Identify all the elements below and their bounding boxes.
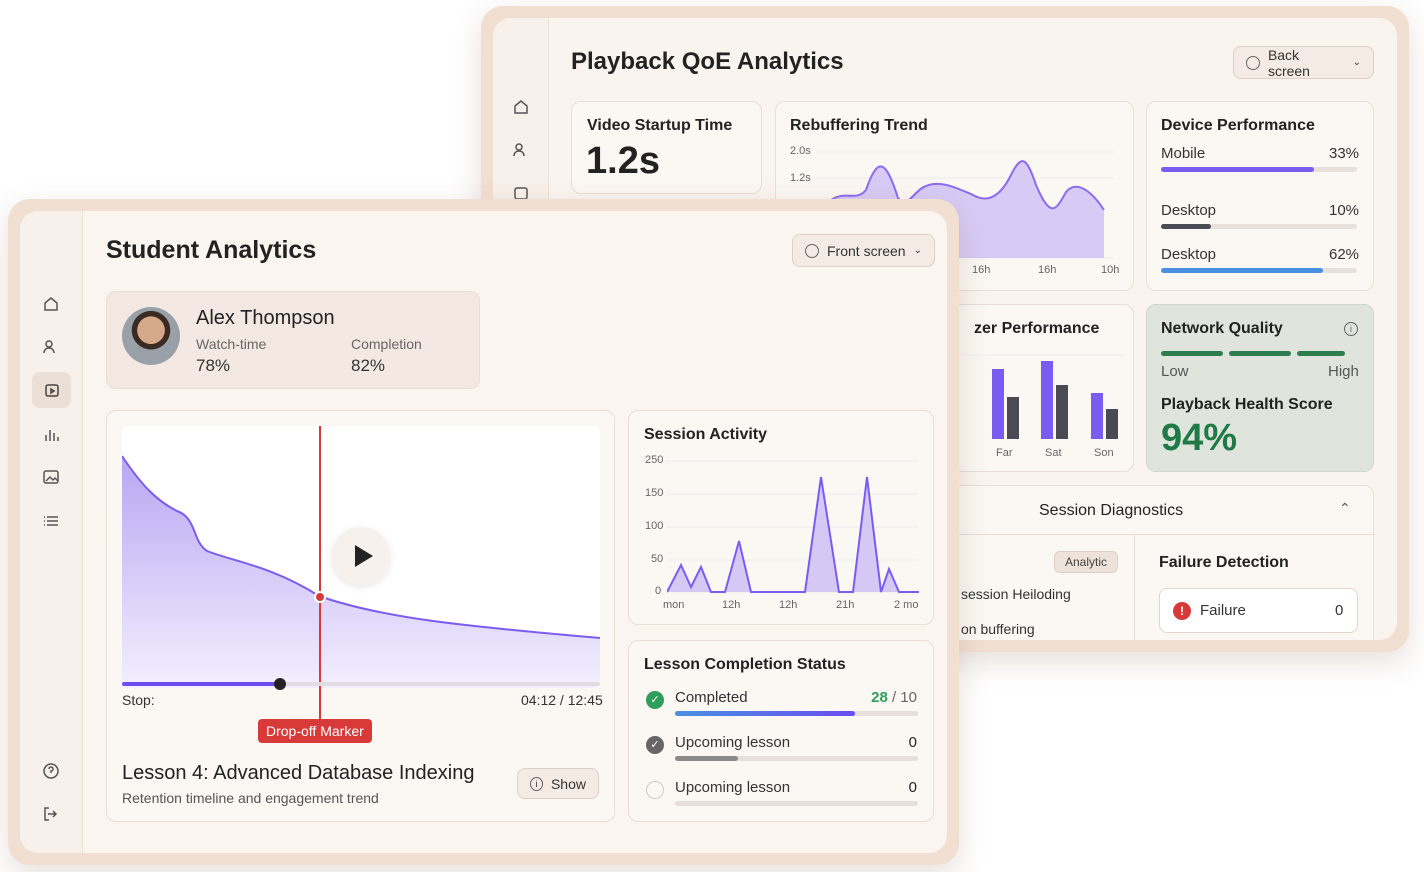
lesson-row-count: 0 <box>908 734 917 751</box>
check-circle-icon: ✓ <box>646 691 664 709</box>
avatar <box>122 307 180 365</box>
clock-icon <box>805 243 819 258</box>
chevron-up-icon[interactable]: ⌃ <box>1339 500 1351 517</box>
lesson-row-bar <box>675 711 855 716</box>
play-button[interactable] <box>332 527 390 585</box>
front-window: Student Analytics Front screen ⌄ Alex Th… <box>8 199 959 865</box>
show-button[interactable]: i Show <box>517 768 599 799</box>
server-bar-chart <box>964 354 1124 439</box>
startup-card: Video Startup Time 1.2s <box>571 101 762 194</box>
device-row-pct: 62% <box>1329 246 1360 263</box>
network-card: Network Quality i Low High Playback Heal… <box>1146 304 1374 472</box>
network-segment <box>1229 351 1291 356</box>
home-icon[interactable] <box>509 95 533 119</box>
alert-icon: ! <box>1173 602 1191 620</box>
device-row-label: Desktop <box>1161 202 1217 219</box>
play-icon <box>355 545 373 567</box>
lesson-row-bar <box>675 756 738 761</box>
calendar-icon[interactable] <box>32 372 71 408</box>
student-card: Alex Thompson Watch-time 78% Completion … <box>106 291 480 389</box>
info-icon: i <box>530 776 543 791</box>
help-icon[interactable] <box>39 759 63 783</box>
timeline-handle[interactable] <box>274 678 286 690</box>
check-circle-icon: ✓ <box>646 736 664 754</box>
page-title: Student Analytics <box>106 236 317 264</box>
session-activity-card: Session Activity 250 150 100 50 0 mon 12… <box>628 410 934 625</box>
drop-off-point <box>314 591 326 603</box>
device-row-label: Desktop <box>1161 246 1217 263</box>
device-row-pct: 33% <box>1329 145 1360 162</box>
front-sidebar <box>20 211 83 853</box>
lesson-row-count: 28 / 10 <box>871 689 917 706</box>
analytic-badge: Analytic <box>1054 551 1119 573</box>
device-card: Device Performance Mobile 33% Desktop 10… <box>1146 101 1374 291</box>
lesson-row-track <box>675 801 918 806</box>
device-row-label: Mobile <box>1161 145 1206 162</box>
logout-icon[interactable] <box>39 802 63 826</box>
session-chart <box>667 460 919 593</box>
lesson-row-label: Upcoming lesson <box>675 734 791 751</box>
health-score: 94% <box>1161 417 1238 459</box>
video-card: Stop: 04:12 / 12:45 Drop-off Marker Less… <box>106 410 615 822</box>
device-row-bar <box>1161 224 1211 229</box>
info-icon[interactable]: i <box>1344 322 1358 336</box>
lesson-completion-card: Lesson Completion Status ✓ Completed 28 /… <box>628 640 934 822</box>
lesson-row-label: Completed <box>675 689 748 706</box>
lesson-row-label: Upcoming lesson <box>675 779 791 796</box>
empty-circle-icon <box>646 781 664 799</box>
page-title: Playback QoE Analytics <box>571 48 844 75</box>
lesson-title: Lesson 4: Advanced Database Indexing <box>122 762 475 784</box>
clock-icon <box>1246 55 1260 70</box>
diagnostics-card: Session Diagnostics ⌃ Analytic session H… <box>953 485 1375 640</box>
timeline-progress <box>122 682 280 686</box>
drop-off-line <box>319 426 321 720</box>
device-row-bar <box>1161 268 1323 273</box>
device-row-pct: 10% <box>1329 202 1360 219</box>
users-icon[interactable] <box>39 335 63 359</box>
home-icon[interactable] <box>39 292 63 316</box>
drop-off-marker-label: Drop-off Marker <box>258 719 372 743</box>
users-icon[interactable] <box>509 138 533 162</box>
network-segment <box>1297 351 1345 356</box>
lesson-subtitle: Retention timeline and engagement trend <box>122 790 379 806</box>
lesson-row-count: 0 <box>908 779 917 796</box>
network-segment <box>1161 351 1223 356</box>
chevron-down-icon: ⌄ <box>1352 57 1361 68</box>
chevron-down-icon: ⌄ <box>913 245 922 256</box>
image-icon[interactable] <box>39 465 63 489</box>
front-screen-button[interactable]: Front screen ⌄ <box>792 234 935 267</box>
list-icon[interactable] <box>39 509 63 533</box>
chart-icon[interactable] <box>39 423 63 447</box>
back-screen-button[interactable]: Back screen ⌄ <box>1233 46 1374 79</box>
server-card: zer Performance Far Sat Son <box>953 304 1134 472</box>
device-row-bar <box>1161 167 1314 172</box>
